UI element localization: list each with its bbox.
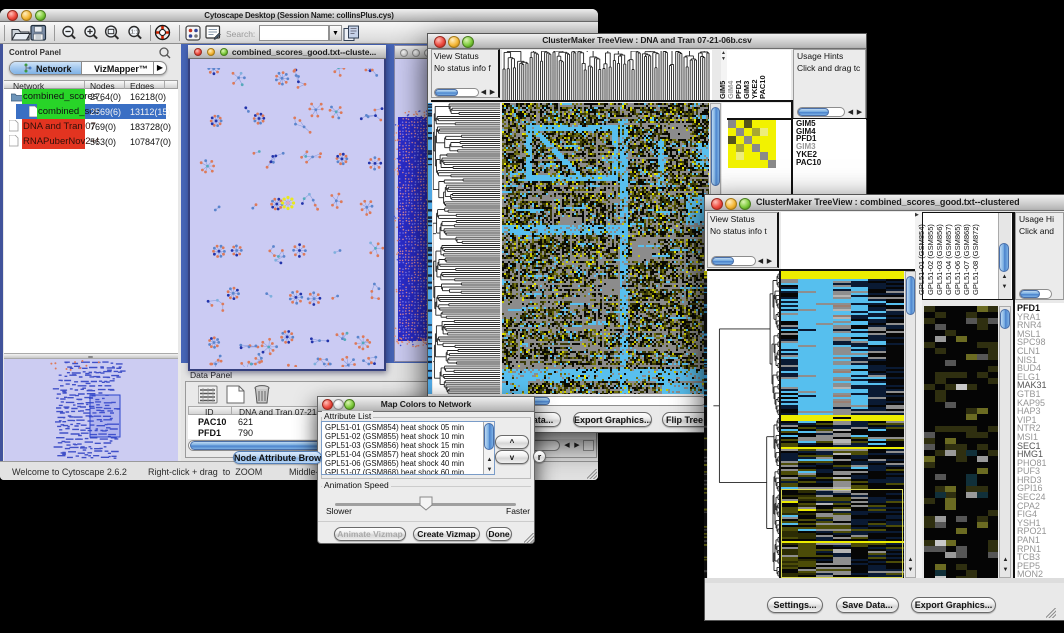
svg-text:1:1: 1:1 — [131, 30, 139, 36]
